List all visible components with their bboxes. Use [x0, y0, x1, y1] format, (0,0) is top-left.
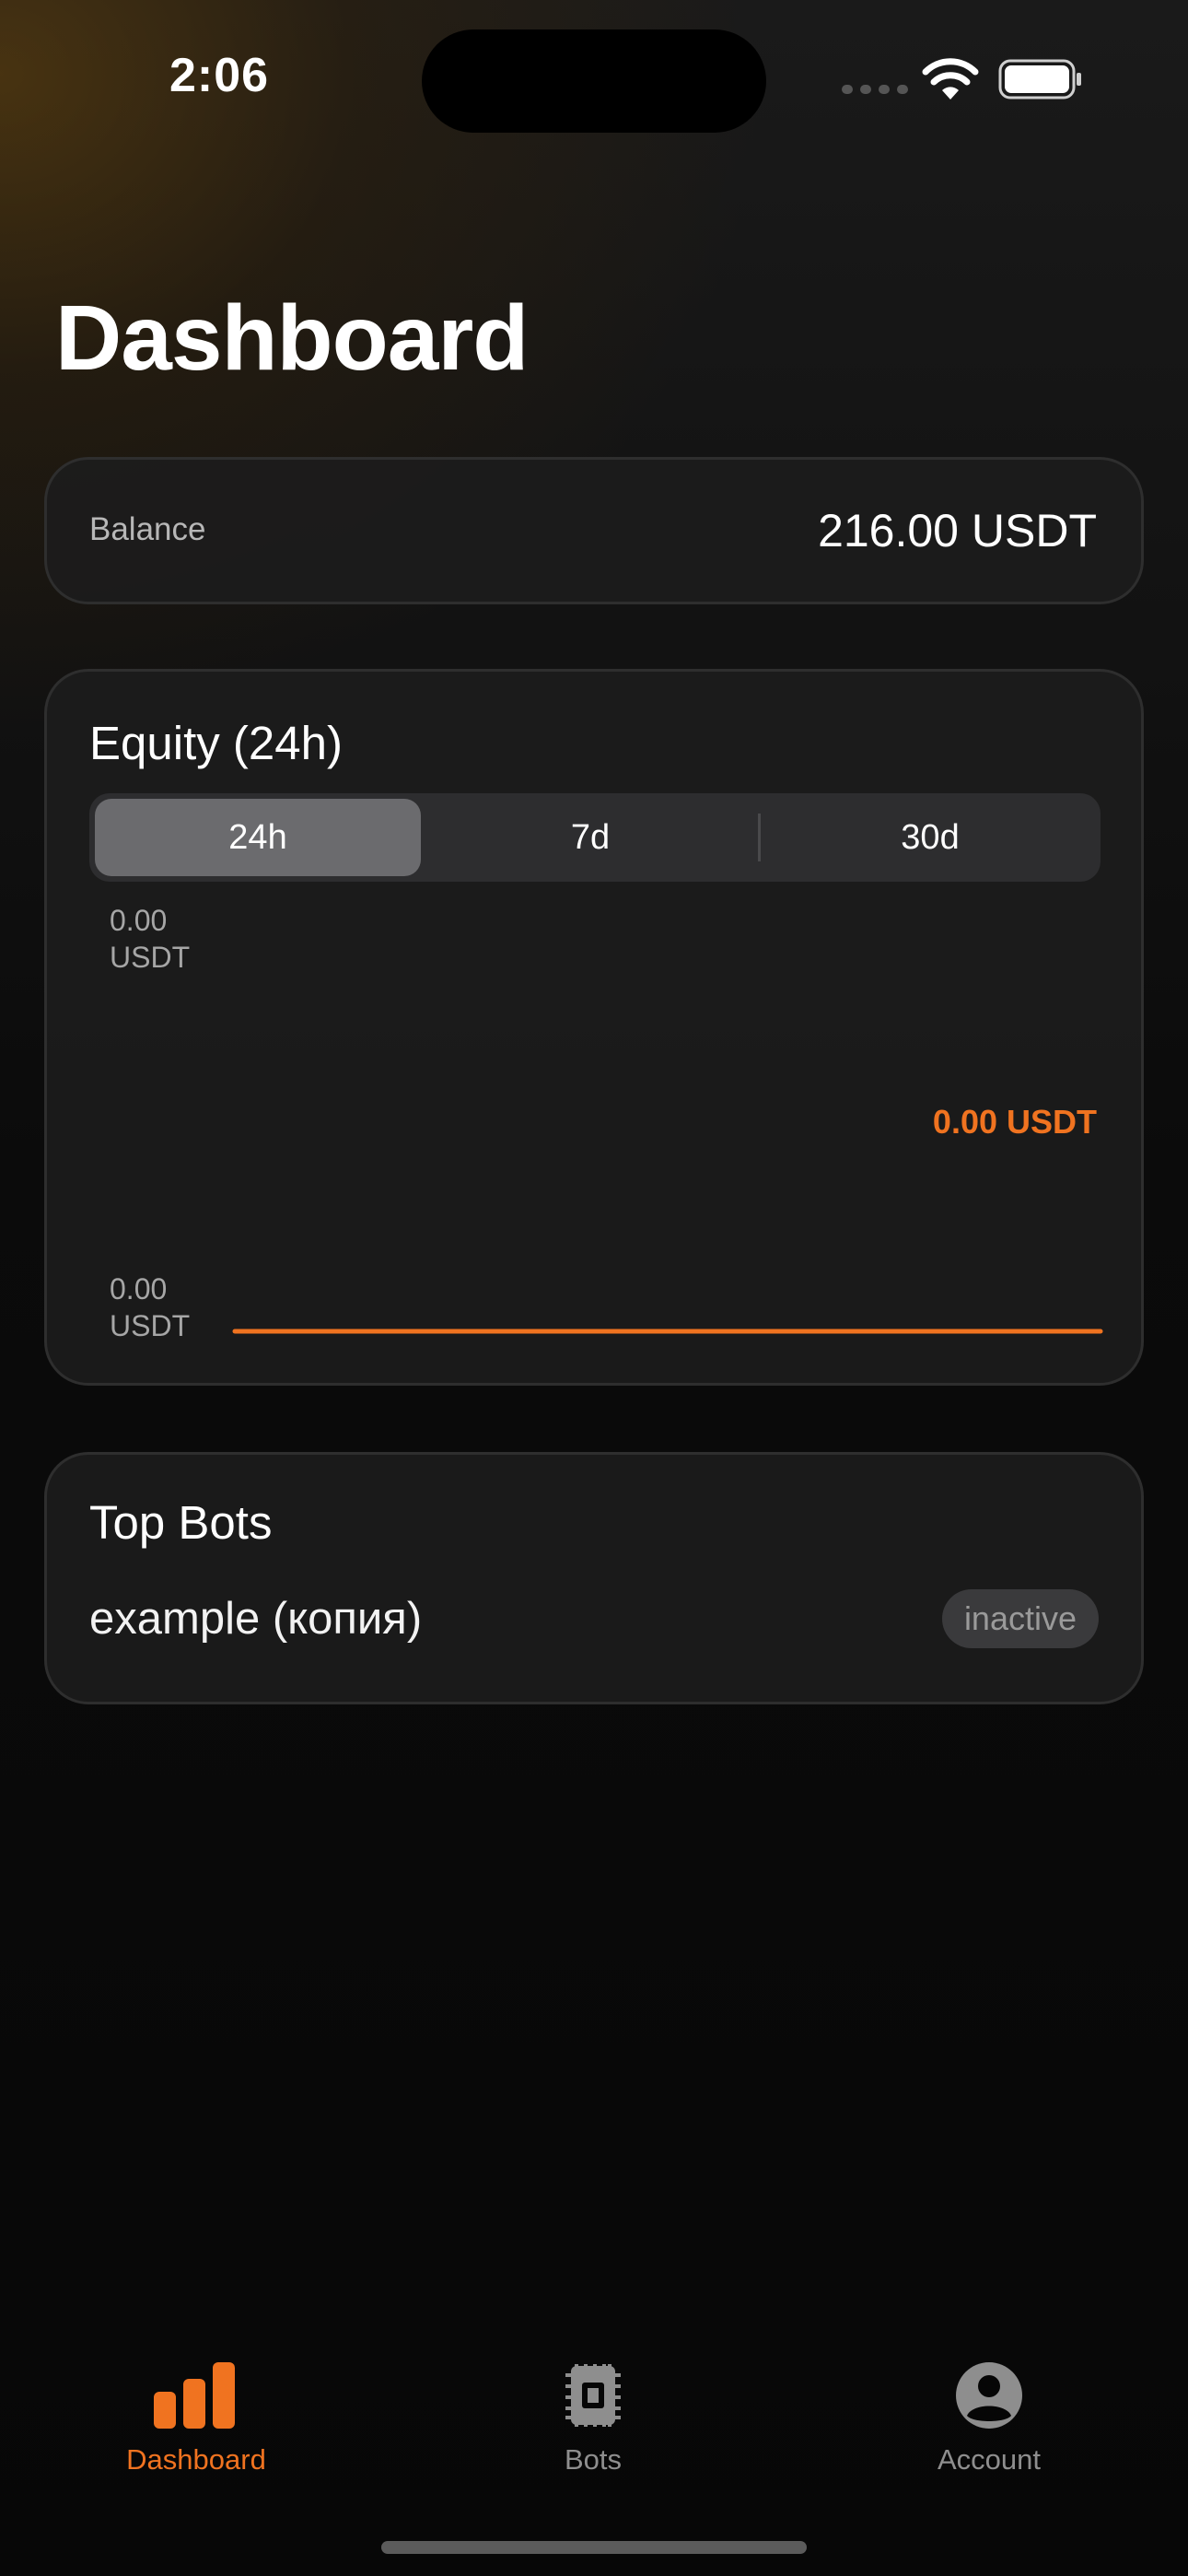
tab-label-dashboard: Dashboard [126, 2443, 266, 2476]
person-circle-icon [956, 2362, 1022, 2429]
tab-bots[interactable]: Bots [483, 2359, 704, 2476]
bot-name[interactable]: example (копия) [89, 1593, 422, 1645]
equity-chart [232, 1329, 1103, 1334]
bar-chart-icon [154, 2362, 235, 2429]
tab-label-account: Account [937, 2443, 1041, 2476]
battery-icon [998, 59, 1081, 100]
home-indicator [381, 2541, 807, 2554]
wifi-icon [922, 58, 979, 100]
top-bots-card: Top Bots example (копия) inactive [44, 1452, 1144, 1704]
balance-label: Balance [89, 511, 206, 547]
equity-card: Equity (24h) 24h 7d 30d 0.00 USDT 0.00 U… [44, 669, 1144, 1386]
chip-icon [565, 2364, 621, 2427]
tab-account[interactable]: Account [879, 2359, 1100, 2476]
status-time: 2:06 [169, 49, 270, 102]
tab-label-bots: Bots [564, 2443, 623, 2476]
bot-status-badge: inactive [941, 1589, 1099, 1648]
tab-dashboard[interactable]: Dashboard [86, 2359, 307, 2476]
top-bots-title: Top Bots [89, 1496, 273, 1549]
dynamic-island [422, 29, 766, 133]
balance-value: 216.00 USDT [818, 505, 1097, 556]
page-title: Dashboard [55, 287, 529, 390]
cellular-signal-icon [842, 85, 908, 94]
balance-card: Balance 216.00 USDT [44, 457, 1144, 604]
